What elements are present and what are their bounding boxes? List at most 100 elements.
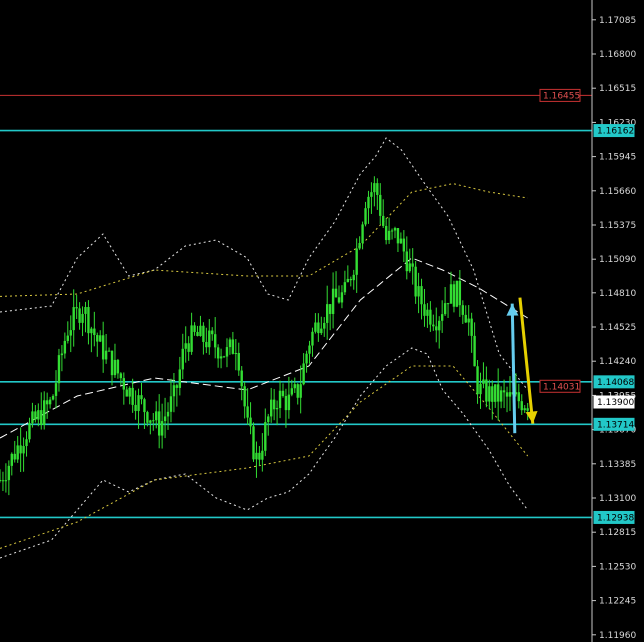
candle-body [104, 350, 108, 360]
candle-body [7, 465, 11, 481]
candle-body [399, 238, 403, 244]
candle-body [414, 266, 417, 297]
candle-body [358, 243, 361, 249]
candle-body [420, 286, 423, 305]
candle-body [328, 304, 332, 314]
candle-body [84, 307, 87, 314]
candle-body [96, 335, 99, 342]
tick-label: 1.12245 [599, 597, 636, 607]
tick-label: 1.13385 [599, 460, 636, 470]
candle-body [137, 395, 140, 412]
candle-body [464, 314, 467, 323]
candle-body [284, 396, 288, 411]
candle-body [196, 331, 199, 337]
tick-label: 1.12530 [599, 562, 636, 572]
candle-body [125, 389, 128, 397]
candle-body [40, 410, 43, 425]
candle-body [43, 400, 46, 425]
candle-body [408, 263, 411, 272]
tick-label: 1.15375 [599, 221, 636, 231]
candle-body [146, 412, 149, 423]
candle-body [222, 356, 226, 358]
candle-body [499, 390, 503, 402]
candle-body [261, 450, 264, 460]
candle-body [113, 359, 117, 376]
candle-body [346, 278, 350, 283]
candle-body [152, 420, 155, 422]
candle-body [272, 399, 276, 410]
level-tag-lvl_16162-label: 1.16162 [597, 127, 634, 137]
candle-body [160, 421, 164, 436]
candle-body [28, 423, 31, 440]
candle-body [240, 370, 243, 387]
candle-body [502, 390, 506, 393]
candle-body [237, 352, 240, 371]
candle-body [122, 378, 126, 390]
candle-body [193, 325, 196, 332]
candle-body [343, 282, 347, 293]
candle-body [72, 307, 75, 331]
candle-body [405, 251, 408, 272]
candle-body [228, 339, 232, 348]
candle-body [81, 313, 84, 323]
level-tag-lvl_16455-label: 1.16455 [543, 91, 580, 101]
candle-body [349, 278, 352, 281]
candle-body [473, 335, 476, 367]
candle-body [202, 325, 205, 342]
candle-body [508, 392, 512, 397]
candle-body [166, 411, 170, 417]
candle-body [178, 369, 182, 388]
candle-body [373, 183, 376, 193]
candle-body [216, 347, 220, 359]
candle-body [376, 183, 379, 195]
candle-body [449, 284, 453, 304]
candle-body [101, 335, 105, 360]
current-price-tag-label: 1.13900 [597, 398, 634, 408]
candle-body [184, 343, 187, 349]
candle-body [393, 228, 397, 231]
tick-label: 1.17085 [599, 16, 636, 26]
candle-body [267, 416, 270, 423]
candle-body [264, 422, 267, 451]
candle-body [57, 355, 61, 384]
candle-body [157, 411, 161, 436]
level-tag-lvl_14068-label: 1.14068 [597, 378, 634, 388]
candle-body [128, 387, 131, 397]
tick-label: 1.14525 [599, 323, 636, 333]
tick-label: 1.12815 [599, 528, 636, 538]
candle-body [119, 373, 123, 379]
candle-body [302, 363, 305, 385]
candle-body [258, 452, 261, 460]
candle-body [199, 325, 202, 337]
candle-body [520, 401, 523, 411]
candle-body [0, 480, 2, 481]
candle-body [314, 322, 317, 332]
candle-body [78, 308, 81, 323]
candle-body [488, 386, 491, 402]
candle-body [234, 352, 238, 354]
candle-body [143, 399, 146, 413]
candle-body [337, 297, 341, 303]
candle-body [491, 386, 494, 402]
candle-body [320, 328, 323, 334]
candle-body [190, 325, 193, 352]
candle-body [99, 335, 102, 342]
candle-body [411, 263, 414, 267]
candle-body [479, 383, 482, 395]
candle-body [22, 446, 25, 454]
candle-body [205, 341, 208, 348]
price-tag-red-label: 1.14031 [543, 382, 580, 392]
candle-body [10, 453, 13, 466]
level-tag-lvl_12938-label: 1.12938 [597, 513, 634, 523]
candle-body [140, 395, 143, 400]
candle-body [396, 228, 400, 244]
candle-body [452, 284, 456, 307]
candle-body [485, 379, 488, 402]
candle-body [37, 410, 40, 420]
tick-label: 1.14810 [599, 289, 636, 299]
candle-body [255, 452, 258, 460]
candle-body [275, 408, 279, 410]
candle-body [66, 335, 69, 341]
candle-body [505, 392, 509, 397]
candle-body [34, 411, 37, 420]
